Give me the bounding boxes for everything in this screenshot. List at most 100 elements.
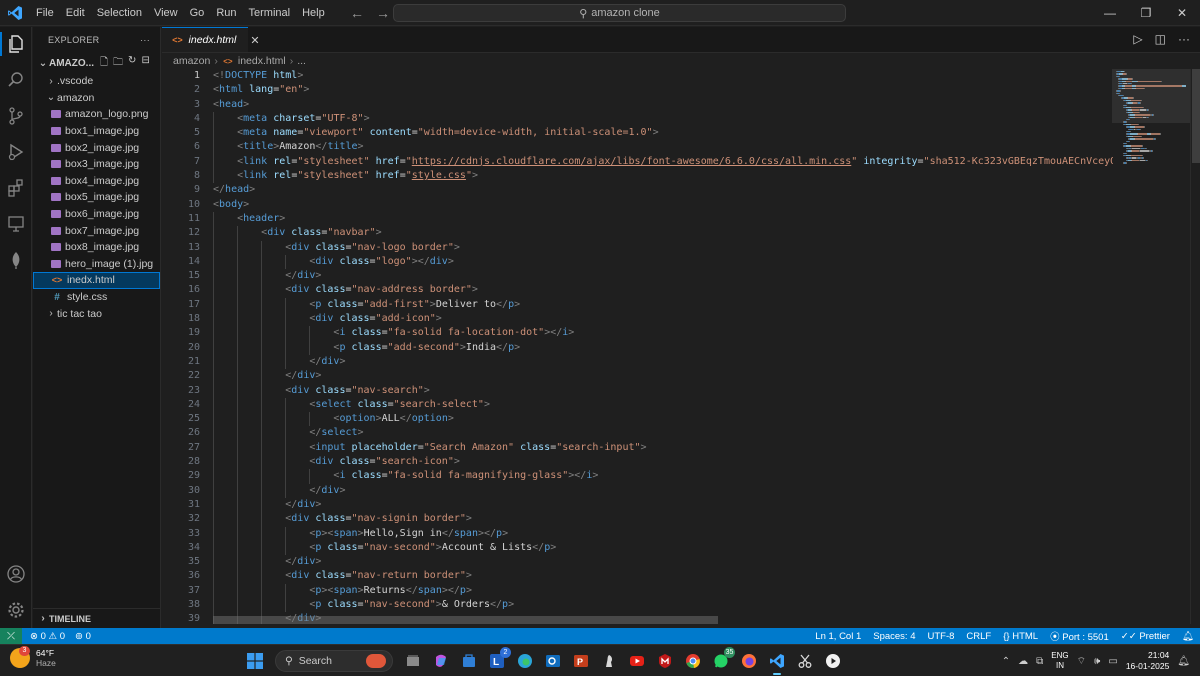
horizontal-scrollbar-thumb[interactable] <box>213 616 718 624</box>
code-line[interactable]: </select> <box>213 426 1113 441</box>
run-debug-icon[interactable] <box>4 140 28 164</box>
code-line[interactable]: <p class="add-first">Deliver to</p> <box>213 297 1113 313</box>
code-line[interactable]: <meta name="viewport" content="width=dev… <box>213 126 1113 141</box>
new-file-icon[interactable]: 🗋 <box>100 55 108 72</box>
code-line[interactable]: <head> <box>213 98 1113 112</box>
code-line[interactable]: </head> <box>213 183 1113 197</box>
code-line[interactable]: <input placeholder="Search Amazon" class… <box>213 440 1113 456</box>
menu-help[interactable]: Help <box>296 2 331 24</box>
copilot-icon[interactable] <box>429 649 453 673</box>
menu-go[interactable]: Go <box>184 2 211 24</box>
problems-status[interactable]: ⊗ 0 ⚠ 0 <box>30 631 65 642</box>
tree-file[interactable]: hero_image (1).jpg <box>33 256 160 273</box>
close-tab-icon[interactable]: ✕ <box>250 34 259 47</box>
start-windows-icon[interactable] <box>243 649 267 673</box>
code-line[interactable]: </div> <box>213 483 1113 498</box>
media-player-icon[interactable] <box>821 649 845 673</box>
remote-explorer-icon[interactable] <box>4 212 28 236</box>
minimize-icon[interactable]: — <box>1092 0 1128 26</box>
code-line[interactable]: <p class="add-second">India</p> <box>213 340 1113 355</box>
run-icon[interactable]: ▷ <box>1133 32 1142 46</box>
more-actions-icon[interactable]: ··· <box>140 35 150 45</box>
wifi-icon[interactable]: ⌔ <box>1077 655 1086 668</box>
source-control-icon[interactable] <box>4 104 28 128</box>
account-icon[interactable] <box>4 562 28 586</box>
breadcrumb-folder[interactable]: amazon <box>173 55 210 67</box>
notifications-bell-icon[interactable]: 🔔︎ <box>1182 631 1194 642</box>
menu-view[interactable]: View <box>148 2 184 24</box>
code-line[interactable]: <p class="nav-second">Account & Lists</p… <box>213 540 1113 556</box>
code-line[interactable]: <select class="search-select"> <box>213 397 1113 413</box>
breadcrumb-file[interactable]: inedx.html <box>238 55 286 67</box>
minimap[interactable] <box>1112 69 1190 624</box>
code-line[interactable]: <div class="nav-search"> <box>213 383 1113 398</box>
code-line[interactable]: <div class="search-icon"> <box>213 455 1113 470</box>
code-line[interactable]: </div> <box>213 354 1113 370</box>
explorer-icon[interactable] <box>4 32 28 56</box>
onedrive-icon[interactable]: ☁ <box>1018 656 1028 667</box>
youtube-icon[interactable] <box>625 649 649 673</box>
collapse-all-icon[interactable]: ⊟ <box>141 55 149 72</box>
menu-run[interactable]: Run <box>210 2 242 24</box>
menu-selection[interactable]: Selection <box>91 2 148 24</box>
code-line[interactable]: </div> <box>213 497 1113 513</box>
code-editor[interactable]: 1 2 3 4 5 6 7 8 9 10 11 12 13 14 15 16 17 18 19 20 21 22 23 24 2… <box>162 69 1200 624</box>
volume-icon[interactable]: 🕪︎ <box>1094 656 1100 667</box>
tree-file[interactable]: box3_image.jpg <box>33 156 160 173</box>
chess-app-icon[interactable] <box>597 649 621 673</box>
mcafee-icon[interactable] <box>653 649 677 673</box>
close-icon[interactable]: ✕ <box>1164 0 1200 26</box>
tab-inedx-html[interactable]: <> inedx.html ✕ <box>162 27 260 52</box>
code-line[interactable]: <link rel="stylesheet" href="style.css"> <box>213 169 1113 184</box>
code-line[interactable]: <option>ALL</option> <box>213 412 1113 427</box>
code-line[interactable]: <header> <box>213 211 1113 227</box>
extensions-icon[interactable] <box>4 176 28 200</box>
taskbar-search-box[interactable]: ⚲ Search <box>275 650 393 672</box>
back-arrow-icon[interactable]: ← <box>348 4 366 22</box>
snipping-tool-icon[interactable] <box>793 649 817 673</box>
code-line[interactable]: <meta charset="UTF-8"> <box>213 111 1113 127</box>
menu-terminal[interactable]: Terminal <box>243 2 297 24</box>
vertical-scrollbar[interactable] <box>1190 69 1200 624</box>
tree-file[interactable]: box5_image.jpg <box>33 189 160 206</box>
workspace-folder[interactable]: ⌄ AMAZO... 🗋 🗀 ↻ ⊟ <box>33 53 160 73</box>
code-line[interactable]: <p><span>Returns</span></p> <box>213 583 1113 598</box>
code-line[interactable]: <title>Amazon</title> <box>213 140 1113 155</box>
vertical-scrollbar-thumb[interactable] <box>1192 69 1200 163</box>
code-line[interactable]: <div class="navbar"> <box>213 226 1113 241</box>
code-line[interactable]: <i class="fa-solid fa-location-dot"></i> <box>213 326 1113 341</box>
task-view-icon[interactable] <box>401 649 425 673</box>
meet-now-icon[interactable]: ⧉ <box>1036 656 1043 667</box>
battery-icon[interactable]: ▭ <box>1108 656 1117 667</box>
tree-file[interactable]: # style.css <box>33 289 160 306</box>
code-line[interactable]: <p class="nav-second">& Orders</p> <box>213 597 1113 613</box>
restore-icon[interactable]: ❐ <box>1128 0 1164 26</box>
tree-file[interactable]: box1_image.jpg <box>33 123 160 140</box>
code-lines[interactable]: <!DOCTYPE html> <html lang="en"> <head> <m… <box>213 69 1113 624</box>
refresh-icon[interactable]: ↻ <box>128 55 136 72</box>
powerpoint-icon[interactable]: P <box>569 649 593 673</box>
breadcrumb-symbol[interactable]: ... <box>297 55 306 67</box>
code-line[interactable]: <i class="fa-solid fa-magnifying-glass">… <box>213 469 1113 484</box>
live-server-port[interactable]: ⦿ Port : 5501 <box>1050 629 1109 643</box>
chrome-icon[interactable] <box>681 649 705 673</box>
search-view-icon[interactable] <box>4 68 28 92</box>
manage-gear-icon[interactable] <box>4 598 28 622</box>
menu-file[interactable]: File <box>30 2 60 24</box>
tree-folder[interactable]: › .vscode <box>33 73 160 90</box>
mongodb-leaf-icon[interactable] <box>4 248 28 272</box>
code-line[interactable]: <div class="nav-logo border"> <box>213 240 1113 255</box>
menu-edit[interactable]: Edit <box>60 2 91 24</box>
forward-arrow-icon[interactable]: → <box>374 4 392 22</box>
code-line[interactable]: <!DOCTYPE html> <box>213 69 1113 83</box>
whatsapp-icon[interactable]: 35 <box>709 647 735 673</box>
remote-indicator-icon[interactable]: ⤫ <box>0 628 22 644</box>
language-mode[interactable]: {} HTML <box>1003 631 1038 642</box>
timeline-section[interactable]: › TIMELINE <box>33 608 161 628</box>
firefox-icon[interactable] <box>737 649 761 673</box>
tree-file[interactable]: box2_image.jpg <box>33 139 160 156</box>
indentation[interactable]: Spaces: 4 <box>873 631 915 642</box>
code-line[interactable]: <div class="logo"></div> <box>213 254 1113 270</box>
tree-file[interactable]: box8_image.jpg <box>33 239 160 256</box>
lockdown-browser-icon[interactable]: L2 <box>485 647 511 673</box>
